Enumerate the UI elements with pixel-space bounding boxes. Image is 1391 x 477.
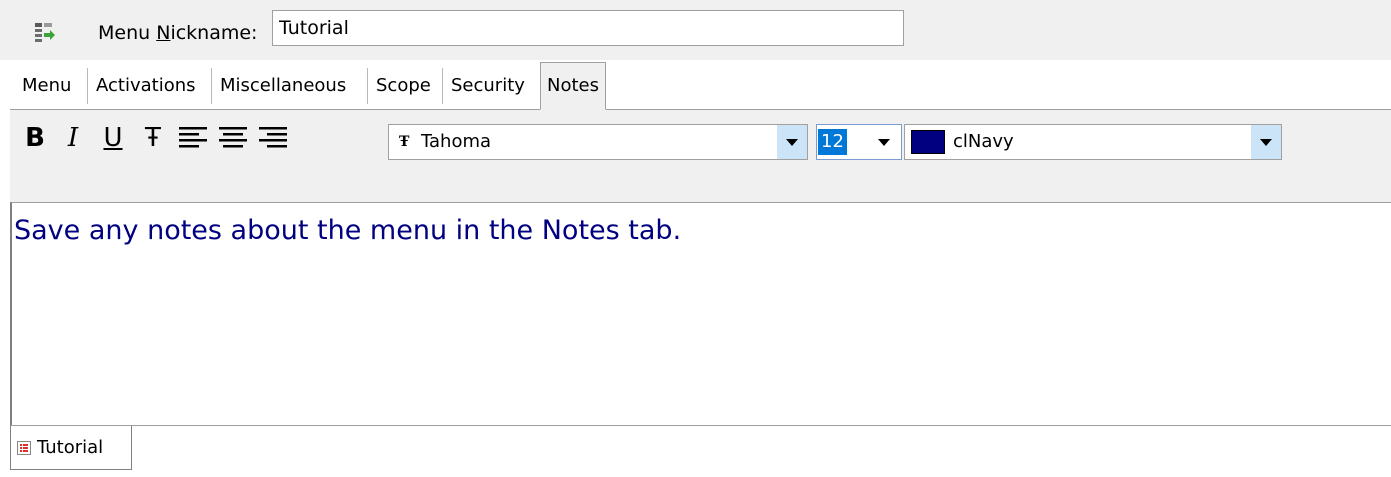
font-color-select[interactable]: clNavy [904,124,1282,160]
align-right-icon [259,127,287,148]
font-name-select[interactable]: Ŧ Tahoma [388,124,808,160]
font-color-dropdown-button[interactable] [1251,125,1281,159]
font-name-value: Tahoma [421,131,492,152]
menu-export-icon [35,23,55,42]
strikethrough-button[interactable]: Ŧ [138,120,168,156]
notes-text: Save any notes about the menu in the Not… [14,215,682,246]
align-center-button[interactable] [218,120,248,156]
tab-separator [442,68,443,104]
color-swatch [911,130,945,154]
font-color-name: clNavy [953,131,1014,152]
truetype-font-icon: Ŧ [399,134,410,150]
chevron-down-icon [786,138,798,146]
nickname-label: Menu Nickname: [98,22,258,44]
tab-security[interactable]: Security [447,68,529,104]
document-tab-label: Tutorial [37,437,104,458]
align-center-icon [219,127,247,148]
font-name-dropdown-button[interactable] [777,125,807,159]
italic-button[interactable]: I [58,120,88,156]
tab-miscellaneous[interactable]: Miscellaneous [216,68,350,104]
document-tab-bar [10,426,1391,477]
tab-separator [367,68,368,104]
notes-editor-window: Menu Nickname: Menu Activations Miscella… [0,0,1391,477]
align-right-button[interactable] [258,120,288,156]
font-size-dropdown-button[interactable] [869,125,899,159]
tab-activations[interactable]: Activations [92,68,200,104]
tab-menu[interactable]: Menu [18,68,75,104]
notes-editor[interactable]: Save any notes about the menu in the Not… [10,202,1391,426]
tab-separator [211,68,212,104]
font-size-value: 12 [818,129,847,155]
tab-separator [87,68,88,104]
font-size-select[interactable]: 12 [816,124,902,160]
menu-doc-icon [17,441,31,455]
align-left-button[interactable] [178,120,208,156]
underline-button[interactable]: U [98,120,128,156]
document-tab-tutorial[interactable]: Tutorial [10,426,132,470]
tab-notes[interactable]: Notes [540,62,606,110]
nickname-input[interactable] [272,10,904,46]
chevron-down-icon [1260,138,1272,146]
bold-button[interactable]: B [20,120,50,156]
tab-scope[interactable]: Scope [372,68,435,104]
chevron-down-icon [878,138,890,146]
align-left-icon [179,127,207,148]
header-bar: Menu Nickname: [0,0,1391,60]
